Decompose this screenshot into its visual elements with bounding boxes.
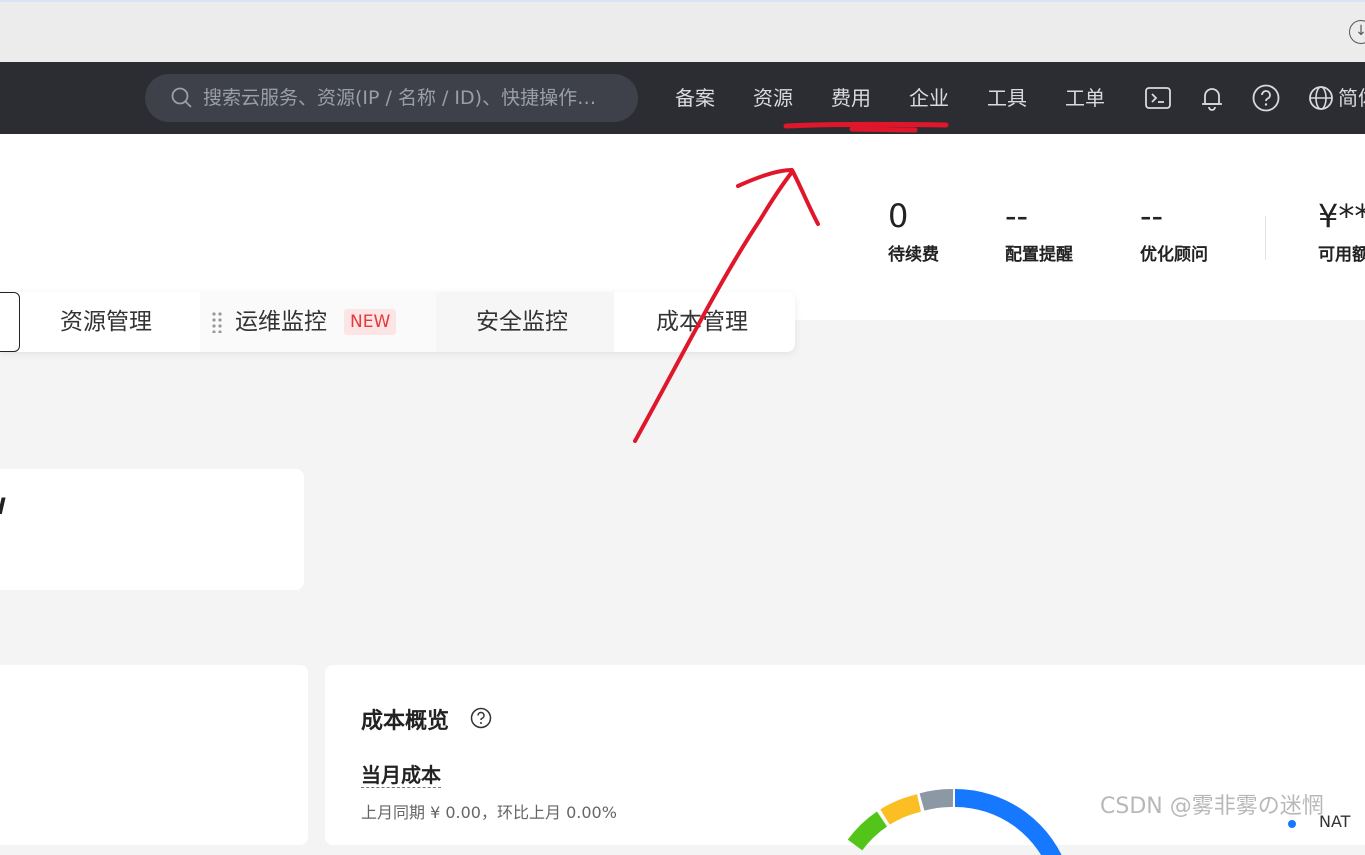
stat-renewal[interactable]: 0 待续费 (888, 196, 939, 265)
browser-toolbar: ↓ (0, 0, 1365, 62)
stat-value: -- (1005, 197, 1029, 235)
stat-label: 待续费 (888, 245, 939, 265)
stat-value: ¥** (1318, 197, 1365, 235)
stat-optimization-advisor[interactable]: -- 优化顾问 (1140, 196, 1208, 265)
nav-item-billing[interactable]: 费用 (831, 62, 871, 134)
cost-overview-title: 成本概览 (361, 709, 450, 734)
search-placeholder: 搜索云服务、资源(IP / 名称 / ID)、快捷操作… (203, 87, 597, 109)
stat-divider (1265, 216, 1266, 260)
stat-config-reminder[interactable]: -- 配置提醒 (1005, 196, 1073, 265)
globe-icon (1309, 86, 1333, 110)
cost-donut-chart (847, 789, 1062, 855)
stat-label: 优化顾问 (1140, 245, 1208, 265)
tab-security-monitoring[interactable]: 安全监控 (476, 292, 568, 352)
module-tabs: 资源管理 运维监控 NEW 安全监控 成本管理 (0, 292, 795, 352)
tab-resource-management[interactable]: 资源管理 (60, 292, 152, 352)
left-bottom-card (0, 665, 308, 845)
donut-segment-gray (919, 789, 954, 811)
new-badge: NEW (344, 309, 397, 335)
stat-value: 0 (888, 197, 909, 235)
stat-value: -- (1140, 197, 1164, 235)
top-navigation-bar: 搜索云服务、资源(IP / 名称 / ID)、快捷操作… 备案 资源 费用 企业… (0, 62, 1365, 134)
nav-item-tools[interactable]: 工具 (987, 62, 1027, 134)
tab-cost-management[interactable]: 成本管理 (656, 292, 748, 352)
stat-label: 可用额 (1318, 245, 1365, 265)
language-label: 简体 (1338, 86, 1365, 110)
nav-item-tickets[interactable]: 工单 (1065, 62, 1105, 134)
nav-item-filing[interactable]: 备案 (675, 62, 715, 134)
nav-item-enterprise[interactable]: 企业 (909, 62, 949, 134)
terminal-icon[interactable] (1143, 83, 1173, 113)
bell-icon[interactable] (1197, 83, 1227, 113)
help-icon[interactable] (1251, 83, 1281, 113)
drag-handle-icon[interactable] (211, 311, 223, 333)
question-icon[interactable] (470, 707, 492, 729)
tab-ops-monitoring[interactable]: 运维监控 (235, 292, 327, 352)
card-text: W (0, 495, 6, 520)
tab-active-edge[interactable] (0, 292, 20, 352)
cost-comparison-text: 上月同期 ¥ 0.00，环比上月 0.00% (361, 803, 617, 822)
watermark: CSDN @雾非雾の迷惘 (1100, 794, 1324, 819)
stat-label: 配置提醒 (1005, 245, 1073, 265)
global-search-input[interactable]: 搜索云服务、资源(IP / 名称 / ID)、快捷操作… (145, 74, 638, 122)
stat-available-balance[interactable]: ¥** 可用额 (1318, 196, 1365, 265)
donut-segment-green (847, 811, 888, 851)
nav-item-resources[interactable]: 资源 (753, 62, 793, 134)
current-month-cost-label[interactable]: 当月成本 (361, 763, 441, 788)
left-info-card: W (0, 469, 304, 590)
donut-segment-yellow (880, 794, 922, 825)
download-icon[interactable]: ↓ (1349, 20, 1365, 44)
search-icon (171, 87, 192, 108)
